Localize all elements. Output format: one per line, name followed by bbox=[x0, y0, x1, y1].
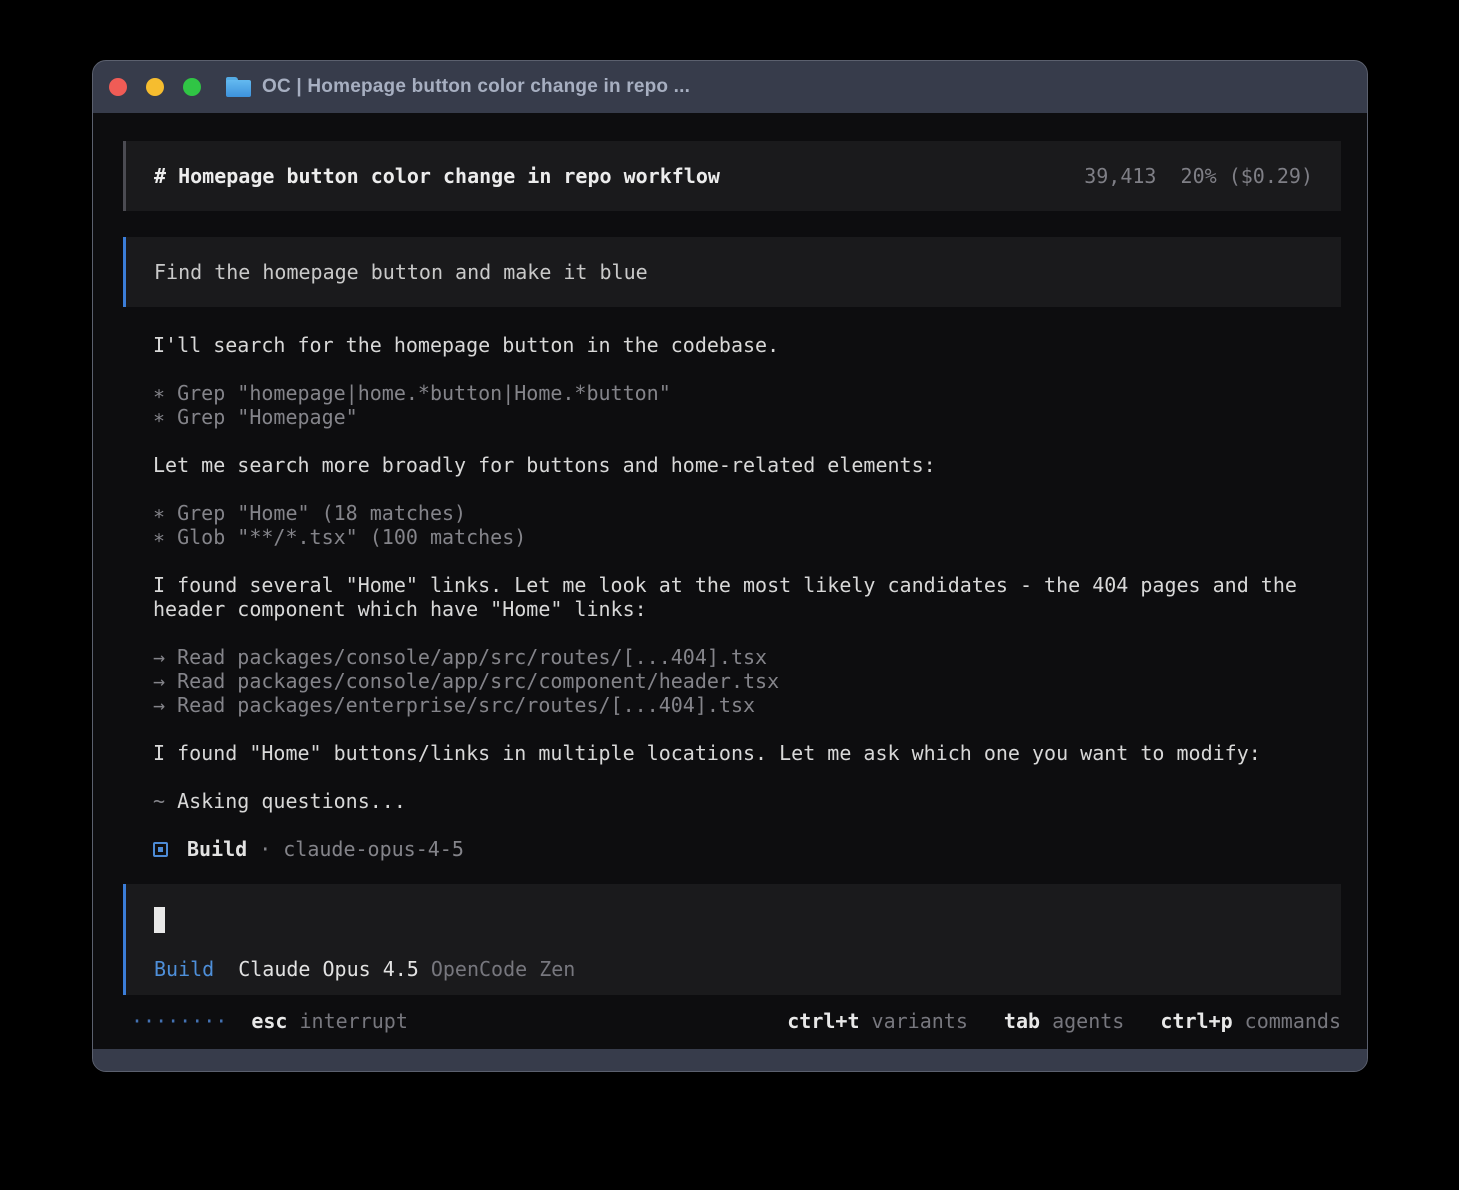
current-agent: Build bbox=[154, 957, 214, 981]
tool-call-glob: ∗ Glob "**/*.tsx" (100 matches) bbox=[153, 525, 1341, 549]
window-title: OC | Homepage button color change in rep… bbox=[262, 76, 690, 98]
folder-icon bbox=[226, 77, 251, 97]
tool-call-grep: ∗ Grep "Homepage" bbox=[153, 405, 1341, 429]
tool-call-grep: ∗ Grep "Home" (18 matches) bbox=[153, 501, 1341, 525]
assistant-text: header component which have "Home" links… bbox=[153, 597, 1341, 621]
close-button[interactable] bbox=[109, 78, 127, 96]
tool-call-grep: ∗ Grep "homepage|home.*button|Home.*butt… bbox=[153, 381, 1341, 405]
assistant-transcript: I'll search for the homepage button in t… bbox=[123, 333, 1341, 861]
status-bar: ········ esc interrupt ctrl+t variants t… bbox=[123, 1009, 1341, 1033]
status-bar-right: ctrl+t variants tab agents ctrl+p comman… bbox=[763, 1009, 1341, 1033]
input-status-row: Build Claude Opus 4.5 OpenCode Zen bbox=[154, 957, 1313, 981]
status-line: ~ Asking questions... bbox=[153, 789, 1341, 813]
agent-name: Build bbox=[187, 837, 247, 861]
badge-model-name: claude-opus-4-5 bbox=[283, 837, 464, 861]
status-spinner: ~ bbox=[153, 789, 177, 813]
minimize-button[interactable] bbox=[146, 78, 164, 96]
status-text: Asking questions... bbox=[177, 789, 406, 813]
window-bottom-chrome bbox=[93, 1049, 1367, 1071]
user-message-text: Find the homepage button and make it blu… bbox=[154, 260, 648, 284]
hint-commands: ctrl+p commands bbox=[1160, 1009, 1341, 1033]
session-header: # Homepage button color change in repo w… bbox=[123, 141, 1341, 211]
badge-separator: · bbox=[259, 837, 271, 861]
tool-call-read: → Read packages/console/app/src/routes/[… bbox=[153, 645, 1341, 669]
session-title: # Homepage button color change in repo w… bbox=[154, 164, 720, 188]
zoom-button[interactable] bbox=[183, 78, 201, 96]
assistant-text: Let me search more broadly for buttons a… bbox=[153, 453, 1341, 477]
current-model: Claude Opus 4.5 bbox=[238, 957, 419, 981]
traffic-lights bbox=[109, 78, 201, 96]
tool-call-read: → Read packages/console/app/src/componen… bbox=[153, 669, 1341, 693]
app-window: OC | Homepage button color change in rep… bbox=[92, 60, 1368, 1072]
agent-square-icon bbox=[153, 842, 168, 857]
assistant-text: I found "Home" buttons/links in multiple… bbox=[153, 741, 1341, 765]
hint-interrupt: esc interrupt bbox=[251, 1009, 408, 1033]
assistant-text: I'll search for the homepage button in t… bbox=[153, 333, 1341, 357]
title-bar: OC | Homepage button color change in rep… bbox=[93, 61, 1367, 113]
user-message: Find the homepage button and make it blu… bbox=[123, 237, 1341, 307]
terminal-content: # Homepage button color change in repo w… bbox=[93, 113, 1367, 1049]
agent-badge: Build · claude-opus-4-5 bbox=[153, 837, 1341, 861]
text-cursor bbox=[154, 907, 165, 933]
prompt-input[interactable]: Build Claude Opus 4.5 OpenCode Zen bbox=[123, 884, 1341, 995]
hint-agents: tab agents bbox=[1004, 1009, 1124, 1033]
tool-call-read: → Read packages/enterprise/src/routes/[.… bbox=[153, 693, 1341, 717]
status-bar-left: ········ esc interrupt bbox=[131, 1009, 408, 1033]
current-provider: OpenCode Zen bbox=[431, 957, 576, 981]
assistant-text: I found several "Home" links. Let me loo… bbox=[153, 573, 1341, 597]
session-token-stats: 39,413 20% ($0.29) bbox=[1084, 164, 1313, 188]
working-spinner-dots: ········ bbox=[131, 1009, 227, 1033]
hint-variants: ctrl+t variants bbox=[787, 1009, 968, 1033]
